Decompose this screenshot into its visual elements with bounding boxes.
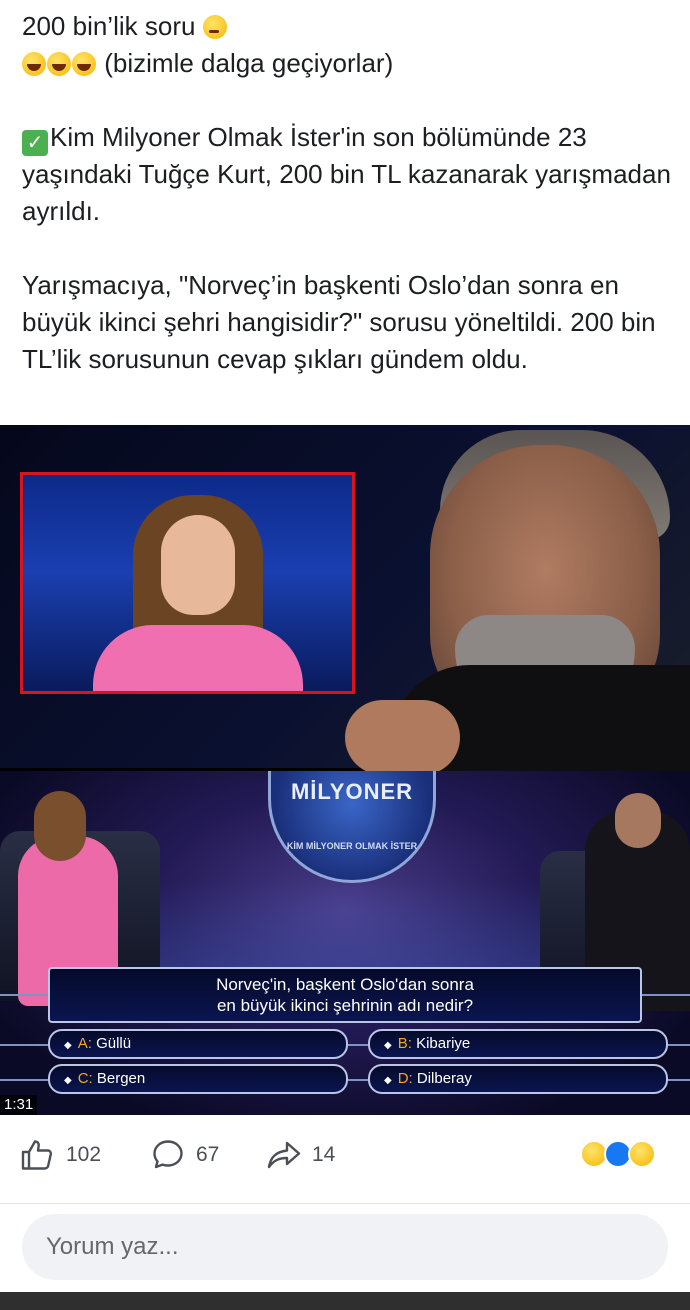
post-line-2: (bizimle dalga geçiyorlar) — [22, 45, 672, 82]
wow-reaction-icon — [628, 1140, 656, 1168]
check-mark-icon: ✓ — [22, 130, 48, 156]
comment-count: 67 — [196, 1143, 220, 1166]
like-count: 102 — [66, 1143, 102, 1166]
video-timestamp: 1:31 — [0, 1095, 38, 1115]
system-nav-bar — [0, 1292, 690, 1310]
comment-input[interactable]: Yorum yaz... — [22, 1214, 668, 1280]
rofl-icon — [72, 52, 96, 76]
share-icon — [267, 1141, 301, 1169]
comment-icon — [153, 1140, 183, 1169]
thinking-face-icon — [202, 15, 227, 39]
share-count: 14 — [312, 1143, 336, 1166]
share-button[interactable]: 14 — [266, 1135, 335, 1175]
post-text: 200 bin’lik soru (bizimle dalga geçiyorl… — [22, 8, 672, 378]
thumbs-up-icon — [21, 1140, 53, 1170]
show-logo: MİLYONER KİM MİLYONER OLMAK İSTER — [268, 771, 436, 883]
answer-c: ◆ C: Bergen — [48, 1064, 348, 1094]
highlighted-contestant-frame — [20, 472, 355, 694]
rofl-icon — [47, 52, 71, 76]
post-paragraph-2: Yarışmacıya, "Norveç’in başkenti Oslo’da… — [22, 270, 663, 374]
reactions-summary[interactable] — [580, 1140, 670, 1170]
question-box: Norveç'in, başkent Oslo'dan sonra en büy… — [48, 967, 642, 1023]
post-paragraph-1: ✓ Kim Milyoner Olmak İster'in son bölümün… — [22, 122, 679, 226]
like-button[interactable]: 102 — [20, 1135, 101, 1175]
video-thumbnail-bottom: MİLYONER KİM MİLYONER OLMAK İSTER Norveç… — [0, 771, 690, 1115]
rofl-icon — [22, 52, 46, 76]
comment-button[interactable]: 67 — [150, 1135, 219, 1175]
answer-b: ◆ B: Kibariye — [368, 1029, 668, 1059]
answer-d: ◆ D: Dilberay — [368, 1064, 668, 1094]
post-video[interactable]: MİLYONER KİM MİLYONER OLMAK İSTER Norveç… — [0, 425, 690, 1115]
divider — [0, 1203, 690, 1204]
video-thumbnail-top — [0, 425, 690, 775]
post-line-1: 200 bin’lik soru — [22, 8, 672, 45]
answer-a: ◆ A: Güllü — [48, 1029, 348, 1059]
